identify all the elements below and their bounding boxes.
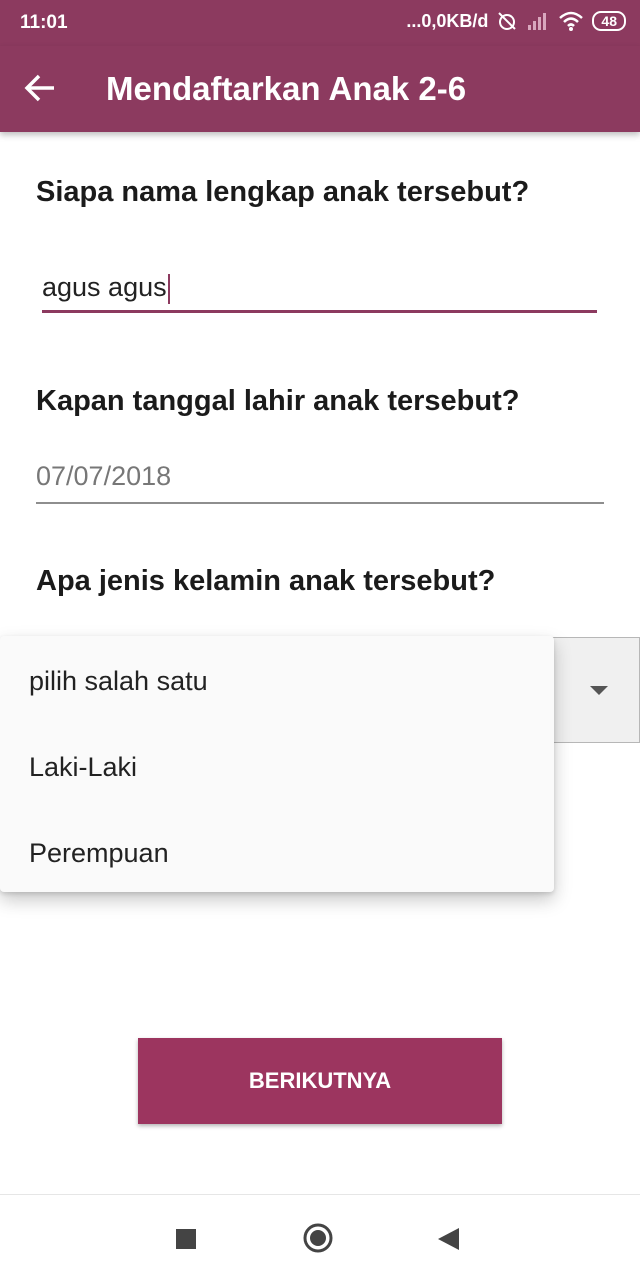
battery-icon: 48	[592, 11, 626, 31]
text-caret	[167, 273, 170, 304]
birthdate-input[interactable]: 07/07/2018	[36, 456, 604, 504]
birthdate-question: Kapan tanggal lahir anak tersebut?	[36, 385, 520, 417]
dropdown-arrow-icon[interactable]	[590, 686, 608, 695]
gender-question: Apa jenis kelamin anak tersebut?	[36, 565, 496, 597]
wifi-icon	[559, 11, 584, 31]
name-question: Siapa nama lengkap anak tersebut?	[36, 176, 530, 208]
back-icon[interactable]	[438, 1228, 459, 1250]
app-bar: Mendaftarkan Anak 2-6	[0, 46, 640, 132]
alarm-off-icon	[498, 12, 517, 30]
dropdown-option-placeholder[interactable]: pilih salah satu	[0, 638, 554, 724]
recent-apps-icon[interactable]	[176, 1229, 196, 1249]
network-speed: ...0,0KB/d	[406, 10, 489, 31]
arrow-back-icon[interactable]	[22, 70, 58, 106]
next-button[interactable]: BERIKUTNYA	[138, 1038, 502, 1124]
home-icon[interactable]	[303, 1223, 333, 1253]
birthdate-input-value: 07/07/2018	[36, 461, 172, 491]
name-input[interactable]: agus agus	[42, 266, 597, 313]
status-bar: 11:01 ...0,0KB/d 48	[0, 0, 640, 46]
page-title: Mendaftarkan Anak 2-6	[106, 70, 467, 107]
dropdown-option-female[interactable]: Perempuan	[0, 810, 554, 896]
status-time: 11:01	[20, 12, 68, 33]
dropdown-option-male[interactable]: Laki-Laki	[0, 724, 554, 810]
status-icons: ...0,0KB/d 48	[406, 10, 626, 32]
gender-dropdown-menu: pilih salah satu Laki-Laki Perempuan	[0, 636, 554, 892]
name-input-value: agus agus	[42, 272, 167, 302]
signal-icon	[528, 13, 547, 30]
system-nav-bar	[0, 1194, 640, 1281]
